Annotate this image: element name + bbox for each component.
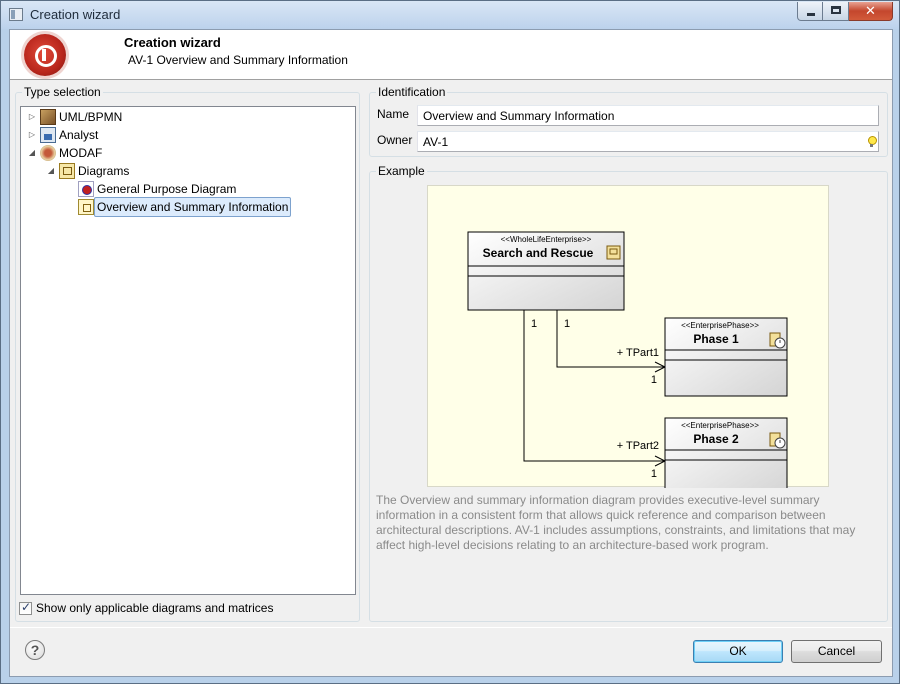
tree-item-uml-bpmn[interactable]: ▷ UML/BPMN xyxy=(26,108,122,126)
maximize-icon xyxy=(831,6,841,14)
tree-item-label: General Purpose Diagram xyxy=(97,182,237,196)
root-stereotype: <<WholeLifeEnterprise>> xyxy=(501,235,592,244)
window-title: Creation wizard xyxy=(30,7,121,22)
link2-role: + TPart2 xyxy=(617,440,659,452)
creation-wizard-window: Creation wizard ✕ Creation wizard AV-1 O… xyxy=(0,0,900,684)
filter-checkbox-label[interactable]: Show only applicable diagrams and matric… xyxy=(36,601,273,615)
close-button[interactable]: ✕ xyxy=(849,2,893,21)
link2-source-multiplicity: 1 xyxy=(564,318,570,330)
banner-title: Creation wizard xyxy=(124,35,221,50)
type-tree[interactable]: ▷ UML/BPMN ▷ Analyst ◢ MODAF ◢ Diagrams xyxy=(20,106,356,595)
help-icon[interactable]: ? xyxy=(25,640,45,660)
search-and-rescue-box: <<WholeLifeEnterprise>> Search and Rescu… xyxy=(467,231,625,311)
example-diagram-panel: 1 1 + TPart1 1 + TPart2 1 <<WholeLifeEnt… xyxy=(427,185,829,497)
collapsed-arrow-icon[interactable]: ▷ xyxy=(26,126,38,144)
link1-target-multiplicity: 1 xyxy=(651,374,657,386)
link1-source-multiplicity: 1 xyxy=(531,318,537,330)
wizard-logo-icon xyxy=(24,34,66,76)
cancel-button[interactable]: Cancel xyxy=(791,640,882,663)
minimize-icon xyxy=(807,13,815,16)
owner-value: AV-1 xyxy=(423,135,449,149)
example-description: The Overview and summary information dia… xyxy=(376,493,856,552)
phase2-name: Phase 2 xyxy=(693,432,739,446)
tree-item-modaf[interactable]: ◢ MODAF xyxy=(26,144,102,162)
owner-label: Owner xyxy=(377,133,413,147)
example-legend: Example xyxy=(378,164,425,178)
filter-checkbox-row[interactable]: ✓ Show only applicable diagrams and matr… xyxy=(19,599,273,615)
connector-tpart2 xyxy=(523,306,665,462)
diagrams-folder-icon xyxy=(59,163,75,179)
name-label: Name xyxy=(377,107,410,121)
type-selection-legend: Type selection xyxy=(24,85,101,99)
title-bar[interactable]: Creation wizard ✕ xyxy=(1,1,899,29)
footer-divider xyxy=(10,627,892,628)
link1-role: + TPart1 xyxy=(617,347,659,359)
uml-package-icon xyxy=(40,109,56,125)
tree-item-label: Diagrams xyxy=(78,164,130,178)
tree-item-overview-and-summary[interactable]: Overview and Summary Information xyxy=(64,197,292,217)
name-field[interactable]: Overview and Summary Information xyxy=(417,105,879,126)
window-app-icon xyxy=(9,8,23,21)
analyst-icon xyxy=(40,127,56,143)
tree-item-label: Overview and Summary Information xyxy=(94,197,292,217)
modaf-icon xyxy=(40,145,56,161)
root-name: Search and Rescue xyxy=(483,246,594,260)
example-diagram: 1 1 + TPart1 1 + TPart2 1 <<WholeLifeEnt… xyxy=(467,231,788,497)
banner-subtitle: AV-1 Overview and Summary Information xyxy=(128,53,348,67)
filter-checkbox[interactable]: ✓ xyxy=(19,599,32,615)
owner-field[interactable]: AV-1 xyxy=(417,131,879,152)
phase2-stereotype: <<EnterprisePhase>> xyxy=(681,421,759,430)
expanded-arrow-icon[interactable]: ◢ xyxy=(45,162,57,180)
tree-item-general-purpose-diagram[interactable]: General Purpose Diagram xyxy=(64,180,236,198)
expanded-arrow-icon[interactable]: ◢ xyxy=(26,144,38,162)
link2-target-multiplicity: 1 xyxy=(651,468,657,480)
tree-item-label: UML/BPMN xyxy=(59,110,123,124)
tree-item-label: Analyst xyxy=(59,128,99,142)
general-purpose-diagram-icon xyxy=(78,181,94,197)
tree-item-analyst[interactable]: ▷ Analyst xyxy=(26,126,98,144)
lightbulb-icon[interactable] xyxy=(867,136,877,147)
window-controls: ✕ xyxy=(797,2,893,21)
maximize-button[interactable] xyxy=(823,2,849,21)
collapsed-arrow-icon[interactable]: ▷ xyxy=(26,108,38,126)
close-icon: ✕ xyxy=(865,3,876,18)
overview-diagram-icon xyxy=(78,199,94,215)
minimize-button[interactable] xyxy=(797,2,823,21)
phase-1-box: <<EnterprisePhase>> Phase 1 xyxy=(664,317,788,397)
dialog-client-area: Creation wizard AV-1 Overview and Summar… xyxy=(9,29,893,677)
tree-item-label: MODAF xyxy=(59,146,103,160)
phase1-stereotype: <<EnterprisePhase>> xyxy=(681,321,759,330)
tree-item-diagrams[interactable]: ◢ Diagrams xyxy=(45,162,129,180)
checkmark-icon: ✓ xyxy=(21,599,32,614)
enterprise-icon xyxy=(606,245,621,260)
wizard-banner: Creation wizard AV-1 Overview and Summar… xyxy=(10,30,892,80)
ok-button[interactable]: OK xyxy=(693,640,783,663)
identification-legend: Identification xyxy=(378,85,446,99)
phase-2-box: <<EnterprisePhase>> Phase 2 xyxy=(664,417,788,497)
phase1-name: Phase 1 xyxy=(693,332,739,346)
